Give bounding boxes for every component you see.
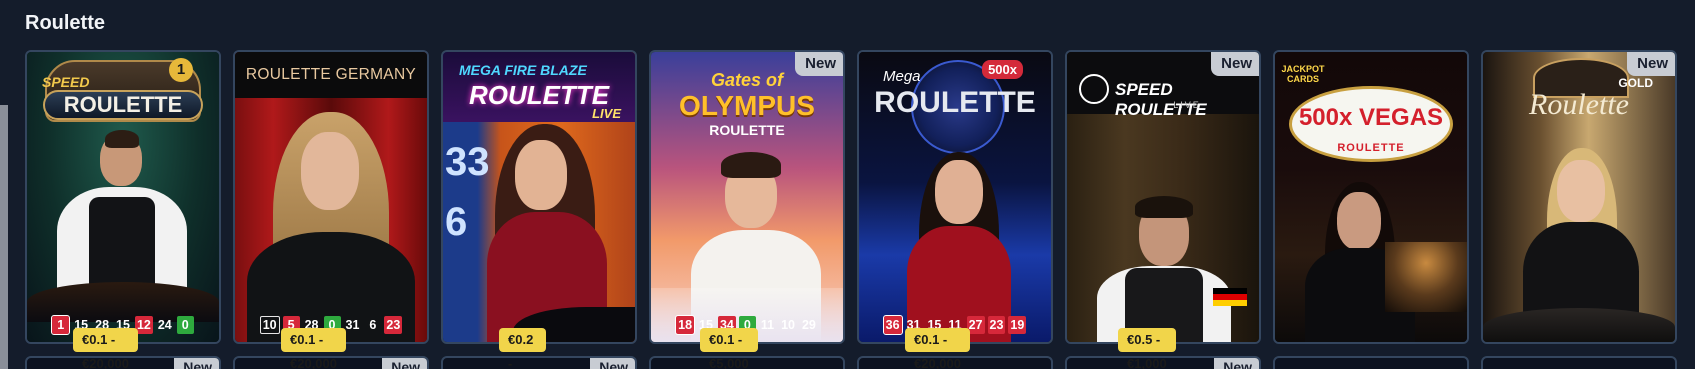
- bet-limit: €0.1 - €5,000: [700, 328, 758, 369]
- result-number: 6: [369, 318, 377, 332]
- game-card[interactable]: [1273, 356, 1469, 369]
- result-number: 24: [157, 318, 172, 332]
- game-card-speed-roulette-live[interactable]: SPEED ROULETTE LIVE New: [1065, 50, 1261, 344]
- game-card[interactable]: New: [441, 356, 637, 369]
- logo-main-text: Roulette: [1529, 88, 1629, 121]
- logo-sub-text: ROULETTE: [709, 122, 785, 138]
- logo-main-text: OLYMPUS: [679, 90, 815, 121]
- bet-limit: €0.1 - €20,000: [281, 328, 346, 369]
- dealer-head: [301, 132, 359, 210]
- result-number: 29: [801, 318, 816, 332]
- result-number: 1: [51, 315, 71, 335]
- page-scrollbar[interactable]: [0, 105, 8, 369]
- board-numbers: 33 6: [445, 140, 490, 244]
- logo-sub-text: ROULETTE: [1337, 142, 1405, 154]
- bet-limit: €0.1 - €20,000: [73, 328, 138, 369]
- game-card-mega-roulette[interactable]: Mega ROULETTE 500x 36 31 15 11 27 23 19: [857, 50, 1053, 344]
- logo-sub-text: LIVE: [592, 106, 621, 121]
- logo-top-text: Mega: [883, 68, 921, 85]
- game-card-vegas-roulette[interactable]: JACKPOT CARDS 500x VEGAS ROULETTE: [1273, 50, 1469, 344]
- result-number: 31: [345, 318, 360, 332]
- dealer-head: [935, 160, 983, 224]
- bet-limit: €0.1 - €20,000: [905, 328, 970, 369]
- result-number: 18: [675, 315, 696, 335]
- logo-sub-text: LIVE: [1173, 100, 1201, 110]
- new-badge: New: [795, 52, 843, 76]
- dealer-hair: [721, 152, 781, 178]
- new-badge: New: [590, 358, 635, 369]
- roulette-table: [1483, 308, 1675, 342]
- game-card-roulette-germany[interactable]: ROULETTE GERMANY 10 5 28 0 31 6 23: [233, 50, 429, 344]
- game-card-mega-fire-blaze-roulette[interactable]: MEGA FIRE BLAZE ROULETTE LIVE 33 6: [441, 50, 637, 344]
- result-number: 0: [176, 316, 194, 334]
- multiplier-badge: 500x: [982, 60, 1023, 79]
- new-badge: New: [1627, 52, 1675, 76]
- logo-main-text: ROULETTE: [43, 90, 203, 120]
- roulette-wheel-icon: [1079, 74, 1109, 104]
- new-badge: New: [1211, 52, 1259, 76]
- game-card-gold-roulette[interactable]: GOLD Roulette New: [1481, 50, 1677, 344]
- bet-limit: €0.5 - €1,000: [1118, 328, 1176, 369]
- dealer-head: [1557, 160, 1605, 222]
- germany-flag-icon: [1213, 288, 1247, 306]
- dealer-head: [1337, 192, 1381, 250]
- result-number: 10: [259, 316, 280, 334]
- logo-top-text: MEGA FIRE BLAZE: [459, 62, 587, 78]
- vegas-skyline: [1385, 242, 1467, 312]
- new-badge: New: [174, 358, 219, 369]
- game-card-speed-roulette[interactable]: SPEED ROULETTE 1 1 15 28 15 12 24 0: [25, 50, 221, 344]
- logo-main-text: 500x VEGAS: [1298, 104, 1444, 131]
- result-number: 19: [1008, 316, 1027, 334]
- section-title: Roulette: [25, 12, 105, 34]
- result-number: 11: [760, 318, 775, 332]
- logo-top-text: SPEED: [42, 74, 90, 90]
- dealer-hair: [105, 130, 139, 148]
- dealer-head: [515, 140, 567, 210]
- game-card-gates-of-olympus-roulette[interactable]: Gates of OLYMPUS ROULETTE New 18 15 34 0…: [649, 50, 845, 344]
- logo-top-text: JACKPOT CARDS: [1281, 64, 1325, 84]
- result-number: 36: [882, 315, 903, 335]
- result-number: 10: [781, 318, 795, 332]
- dealer-hair: [1135, 196, 1193, 218]
- new-badge: New: [382, 358, 427, 369]
- bet-limit: €0.2 - €500: [499, 328, 546, 369]
- new-badge: New: [1214, 358, 1259, 369]
- level-badge: 1: [169, 58, 193, 82]
- logo-main-text: ROULETTE: [874, 86, 1036, 119]
- game-card[interactable]: [1481, 356, 1677, 369]
- result-number: 23: [384, 316, 403, 334]
- result-number: 23: [987, 316, 1006, 334]
- logo-main-text: ROULETTE GERMANY: [245, 66, 417, 83]
